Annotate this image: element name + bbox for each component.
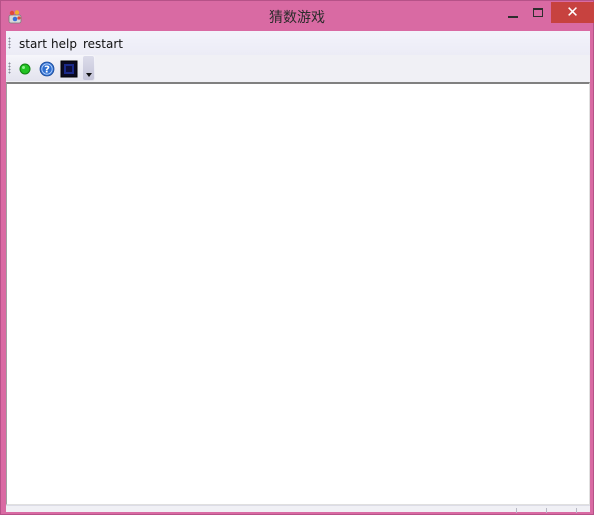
menu-item-help[interactable]: help xyxy=(48,35,80,53)
game-content-area[interactable] xyxy=(7,84,589,504)
dark-square-icon xyxy=(60,60,78,78)
help-icon: ? xyxy=(39,61,55,77)
green-circle-icon xyxy=(19,63,31,75)
toolbar-grip-icon[interactable] xyxy=(8,62,11,74)
menu-item-restart[interactable]: restart xyxy=(80,35,126,53)
client-area: start help restart ? xyxy=(6,31,590,513)
close-icon: ✕ xyxy=(566,3,579,21)
title-bar[interactable]: 猜数游戏 ✕ xyxy=(1,1,594,31)
content-frame xyxy=(6,82,590,505)
tool-bar: ? xyxy=(6,55,95,81)
help-tool-button[interactable]: ? xyxy=(38,60,56,78)
toolbar-overflow-button[interactable] xyxy=(83,56,94,80)
maximize-icon xyxy=(533,8,543,17)
start-tool-button[interactable] xyxy=(16,60,34,78)
restart-tool-button[interactable] xyxy=(60,60,78,78)
minimize-button[interactable] xyxy=(501,2,525,23)
status-separator xyxy=(546,508,547,513)
svg-text:?: ? xyxy=(44,65,50,76)
maximize-button[interactable] xyxy=(527,2,549,23)
status-separator xyxy=(576,508,577,513)
close-button[interactable]: ✕ xyxy=(551,2,594,23)
app-window: 猜数游戏 ✕ start help restart ? xyxy=(0,0,594,515)
menubar-grip-icon[interactable] xyxy=(8,37,11,49)
menu-item-start[interactable]: start xyxy=(16,35,50,53)
menu-bar: start help restart xyxy=(6,31,590,55)
chevron-down-icon xyxy=(85,73,92,77)
status-separator xyxy=(516,508,517,513)
status-bar xyxy=(6,505,590,513)
minimize-icon xyxy=(508,15,518,18)
